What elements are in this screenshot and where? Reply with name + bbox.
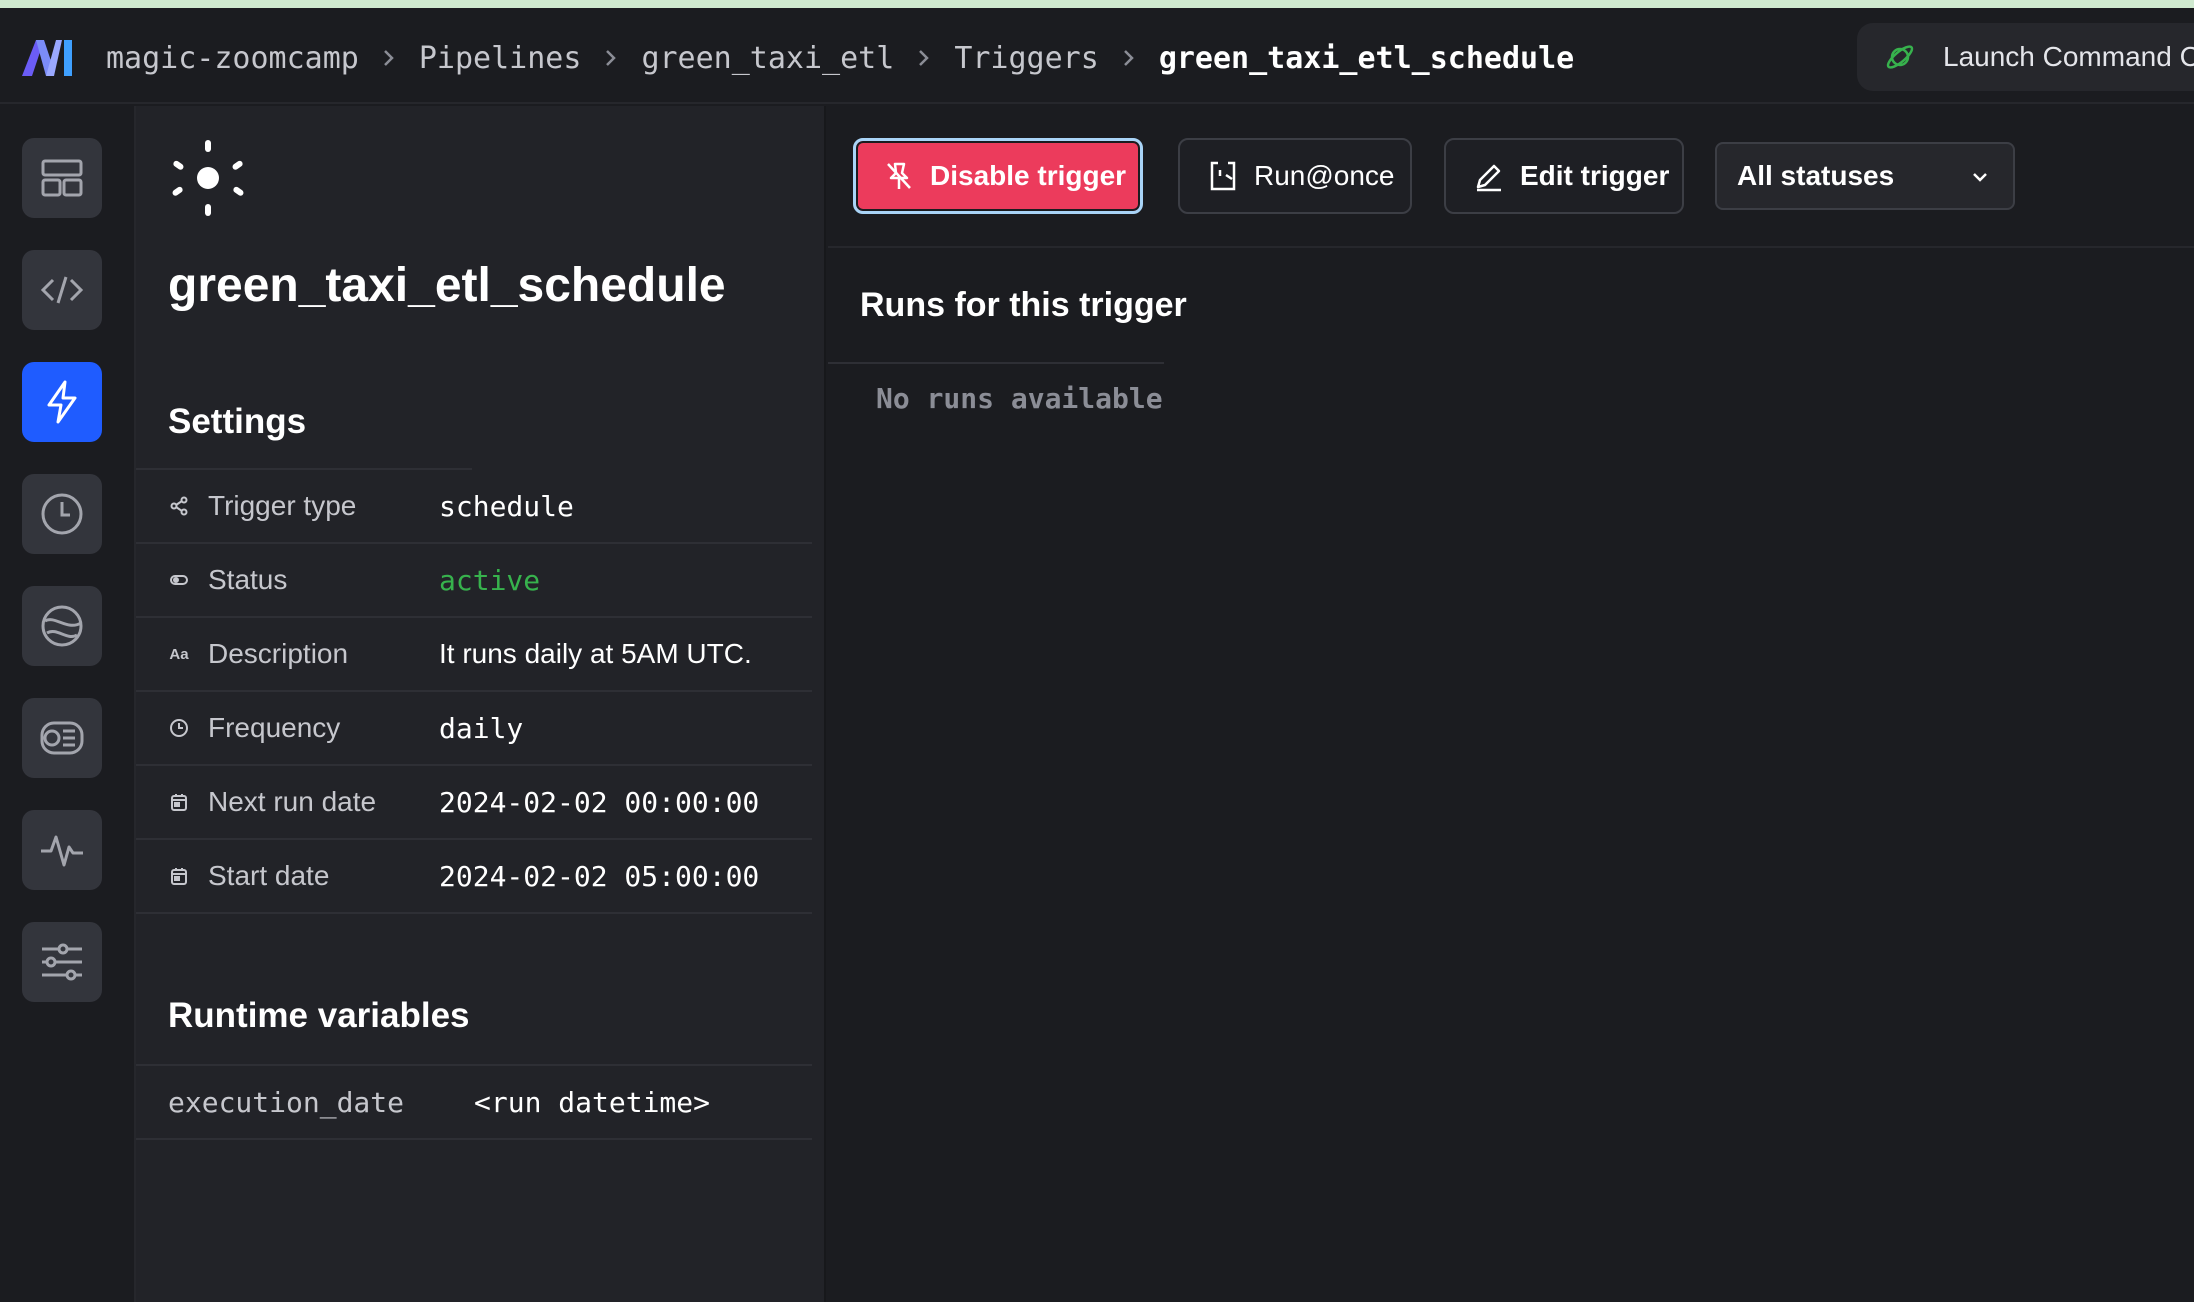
calendar-icon [168, 865, 190, 887]
run-once-icon [1210, 161, 1236, 191]
launch-command-label: Launch Command C [1943, 41, 2194, 72]
settings-row-start-date: Start date 2024-02-02 05:00:00 [136, 840, 812, 914]
overview-icon [41, 159, 83, 197]
settings-label: Frequency [208, 712, 341, 743]
settings-row-frequency: Frequency daily [136, 692, 812, 766]
block-runs-icon [40, 721, 84, 755]
runtime-variable-row: execution_date <run datetime> [136, 1066, 812, 1140]
settings-label: Description [208, 638, 349, 669]
settings-value-start-date: 2024-02-02 05:00:00 [439, 859, 760, 893]
settings-value-frequency: daily [439, 711, 524, 745]
settings-sliders-icon [42, 943, 82, 981]
settings-value-trigger-type: schedule [439, 489, 574, 523]
chevron-right-icon [1121, 47, 1137, 69]
runtime-variables-table: execution_date <run datetime> [136, 1064, 812, 1140]
settings-row-description: Aa Description It runs daily at 5AM UTC. [136, 618, 812, 692]
left-nav-rail [0, 106, 136, 1302]
disable-trigger-label: Disable trigger [930, 160, 1127, 191]
runs-heading: Runs for this trigger [860, 286, 1187, 324]
top-accent-strip [0, 0, 2194, 8]
trigger-runs-main: Disable trigger Run@once Edit trigger Al… [828, 106, 2194, 1302]
settings-value-description: It runs daily at 5AM UTC. [439, 638, 752, 669]
no-runs-message: No runs available [876, 382, 1163, 415]
breadcrumb: magic-zoomcamp Pipelines green_taxi_etl … [106, 36, 1574, 80]
settings-row-status: Status active [136, 544, 812, 618]
chevron-down-icon [1973, 173, 1987, 182]
settings-label: Trigger type [208, 490, 357, 521]
rail-settings-button[interactable] [22, 922, 102, 1002]
status-filter-select[interactable]: All statuses [1715, 142, 2015, 210]
rail-triggers-button[interactable] [22, 362, 102, 442]
text-icon: Aa [169, 645, 189, 663]
status-filter-value: All statuses [1737, 160, 1895, 191]
runtime-variable-name: execution_date [168, 1085, 405, 1119]
monitor-icon [41, 835, 83, 867]
run-once-label: Run@once [1254, 160, 1395, 191]
chevron-right-icon [603, 47, 619, 69]
edit-trigger-button[interactable]: Edit trigger [1444, 138, 1684, 214]
settings-label: Start date [208, 860, 330, 891]
trigger-toolbar: Disable trigger Run@once Edit trigger Al… [828, 106, 2194, 248]
breadcrumb-triggers[interactable]: Triggers [954, 41, 1099, 76]
code-icon [40, 276, 84, 304]
edit-trigger-label: Edit trigger [1520, 160, 1670, 191]
settings-table: Trigger type schedule Status active Aa D… [136, 470, 812, 914]
breadcrumb-pipeline[interactable]: green_taxi_etl [641, 41, 894, 76]
schedule-sun-icon [172, 140, 244, 216]
chevron-right-icon [916, 47, 932, 69]
pin-off-icon [887, 162, 911, 189]
disable-trigger-button[interactable]: Disable trigger [853, 138, 1143, 214]
runtime-variables-heading: Runtime variables [168, 996, 470, 1035]
rail-monitor-button[interactable] [22, 810, 102, 890]
calendar-icon [168, 791, 190, 813]
trigger-details-panel: green_taxi_etl_schedule Settings Trigger… [136, 106, 826, 1302]
runtime-variable-value: <run datetime> [474, 1085, 711, 1119]
triggers-icon [47, 380, 77, 424]
pencil-icon [1476, 164, 1501, 192]
runs-icon [41, 493, 83, 535]
trigger-title: green_taxi_etl_schedule [168, 259, 726, 312]
status-badge: active [439, 563, 541, 597]
share-icon [168, 495, 190, 517]
app-header: magic-zoomcamp Pipelines green_taxi_etl … [0, 8, 2194, 104]
settings-row-next-run-date: Next run date 2024-02-02 00:00:00 [136, 766, 812, 840]
clock-icon [168, 717, 190, 739]
rail-code-button[interactable] [22, 250, 102, 330]
settings-value-next-run-date: 2024-02-02 00:00:00 [439, 785, 760, 819]
settings-label: Next run date [208, 786, 377, 817]
backfills-icon [41, 605, 83, 647]
launch-command-center-button[interactable]: Launch Command C [1857, 23, 2194, 91]
runs-divider [828, 362, 1164, 364]
breadcrumb-pipelines[interactable]: Pipelines [419, 41, 582, 76]
rail-overview-button[interactable] [22, 138, 102, 218]
chevron-right-icon [381, 47, 397, 69]
mage-logo[interactable] [22, 36, 74, 80]
breadcrumb-project[interactable]: magic-zoomcamp [106, 41, 359, 76]
rail-backfills-button[interactable] [22, 586, 102, 666]
rail-block-runs-button[interactable] [22, 698, 102, 778]
settings-heading: Settings [168, 402, 307, 441]
breadcrumb-current: green_taxi_etl_schedule [1158, 40, 1575, 76]
settings-row-trigger-type: Trigger type schedule [136, 470, 812, 544]
toggle-icon [168, 569, 190, 591]
planet-icon [1886, 45, 1914, 69]
settings-label: Status [208, 564, 288, 595]
run-once-button[interactable]: Run@once [1178, 138, 1412, 214]
rail-runs-button[interactable] [22, 474, 102, 554]
